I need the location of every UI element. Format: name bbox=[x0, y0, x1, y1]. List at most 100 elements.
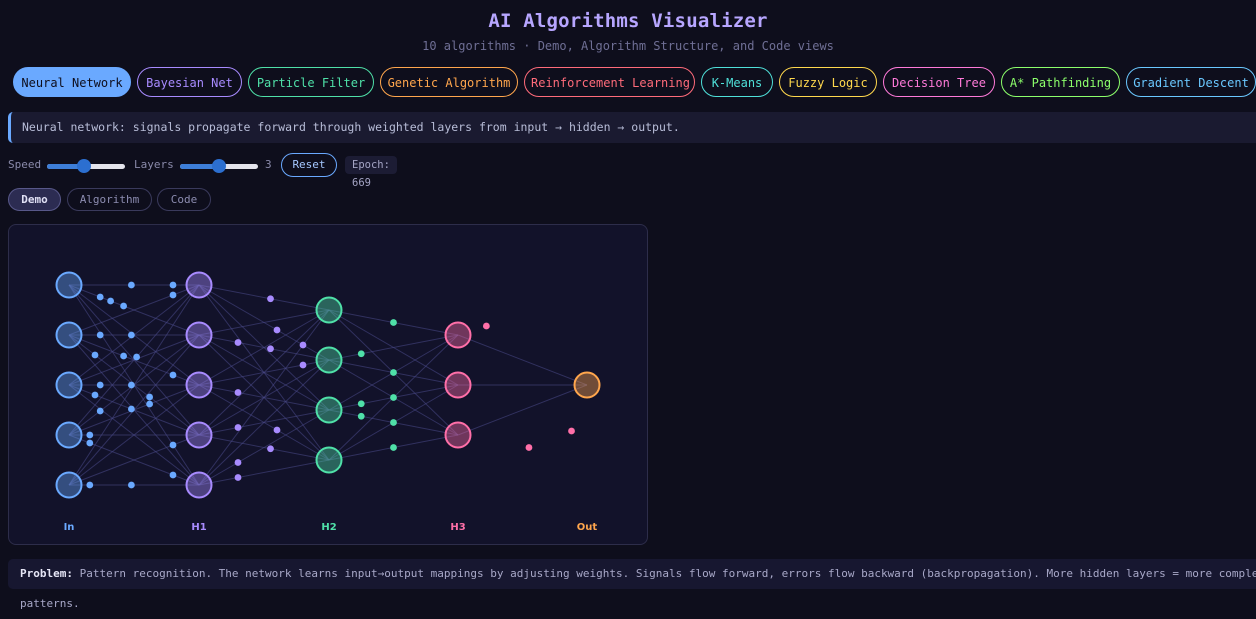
tab-gradient-descent[interactable]: Gradient Descent bbox=[1126, 67, 1256, 97]
signal-dot bbox=[96, 293, 104, 301]
signal-dot bbox=[96, 407, 104, 415]
node-h3-2 bbox=[444, 421, 472, 449]
layer-label-h2: H2 bbox=[321, 522, 336, 533]
signal-dot bbox=[96, 381, 104, 389]
reset-button[interactable]: Reset bbox=[281, 153, 337, 177]
layers-slider-thumb[interactable] bbox=[212, 159, 226, 173]
node-in-3 bbox=[55, 421, 83, 449]
info-text: Neural network: signals propagate forwar… bbox=[22, 120, 680, 134]
layers-value: 3 bbox=[265, 158, 272, 171]
signal-dot bbox=[390, 369, 397, 376]
node-h1-0 bbox=[185, 271, 213, 299]
tab-genetic-algorithm[interactable]: Genetic Algorithm bbox=[380, 67, 518, 97]
node-h3-1 bbox=[444, 371, 472, 399]
signal-dot bbox=[91, 391, 99, 399]
signal-dot bbox=[267, 345, 274, 353]
tab-particle-filter[interactable]: Particle Filter bbox=[248, 67, 374, 97]
signal-dot bbox=[120, 302, 127, 310]
epoch-counter: Epoch: 669 bbox=[345, 156, 397, 189]
signal-dot bbox=[357, 400, 365, 408]
signal-dot bbox=[390, 394, 397, 401]
connection-line bbox=[198, 309, 330, 336]
signal-dot bbox=[86, 481, 94, 489]
tab-algorithm[interactable]: Algorithm bbox=[67, 188, 152, 211]
signal-dot bbox=[273, 326, 281, 334]
tab-decision-tree[interactable]: Decision Tree bbox=[883, 67, 995, 97]
tab-reinforcement-learning[interactable]: Reinforcement Learning bbox=[524, 67, 695, 97]
signal-dot bbox=[91, 351, 99, 359]
signal-dot bbox=[128, 331, 135, 339]
connection-line bbox=[198, 284, 330, 311]
signal-dot bbox=[133, 353, 140, 361]
node-h1-1 bbox=[185, 321, 213, 349]
connection-line bbox=[198, 459, 330, 486]
problem-text: Pattern recognition. The network learns … bbox=[20, 567, 1256, 610]
node-h1-3 bbox=[185, 421, 213, 449]
tab-demo[interactable]: Demo bbox=[8, 188, 61, 211]
signal-dot bbox=[169, 371, 177, 379]
signal-dot bbox=[146, 393, 154, 401]
signal-dot bbox=[267, 445, 274, 453]
signal-dot bbox=[128, 281, 135, 289]
signal-dot bbox=[169, 441, 177, 449]
signal-dot bbox=[299, 341, 307, 349]
node-in-1 bbox=[55, 321, 83, 349]
signal-dot bbox=[128, 405, 135, 413]
layer-label-h3: H3 bbox=[450, 522, 465, 533]
signal-dot bbox=[86, 431, 94, 439]
info-banner: Neural network: signals propagate forwar… bbox=[8, 112, 1256, 143]
tab-a-star-pathfinding[interactable]: A* Pathfinding bbox=[1001, 67, 1120, 97]
signal-dot bbox=[299, 361, 307, 369]
signal-dot bbox=[357, 350, 365, 358]
tab-fuzzy-logic[interactable]: Fuzzy Logic bbox=[779, 67, 877, 97]
speed-slider[interactable] bbox=[47, 159, 125, 173]
layers-slider[interactable] bbox=[180, 159, 258, 173]
node-h2-2 bbox=[315, 396, 343, 424]
layer-label-h1: H1 bbox=[191, 522, 206, 533]
signal-dot bbox=[86, 439, 94, 447]
node-h3-0 bbox=[444, 321, 472, 349]
signal-dot bbox=[146, 400, 154, 408]
signal-dot bbox=[267, 295, 274, 303]
signal-dot bbox=[234, 339, 242, 346]
tab-k-means[interactable]: K-Means bbox=[701, 67, 773, 97]
connection-line bbox=[457, 334, 588, 386]
signal-dot bbox=[234, 459, 242, 466]
node-in-2 bbox=[55, 371, 83, 399]
signal-dot bbox=[128, 381, 135, 389]
speed-label: Speed bbox=[8, 158, 42, 171]
connection-line bbox=[198, 309, 330, 486]
signal-dot bbox=[234, 474, 242, 481]
speed-slider-thumb[interactable] bbox=[77, 159, 92, 173]
node-h1-4 bbox=[185, 471, 213, 499]
problem-description: Problem: Pattern recognition. The networ… bbox=[8, 559, 1256, 610]
tab-bayesian-net[interactable]: Bayesian Net bbox=[137, 67, 242, 97]
node-h2-1 bbox=[315, 346, 343, 374]
connection-line bbox=[328, 334, 459, 361]
node-h2-0 bbox=[315, 296, 343, 324]
tab-neural-network[interactable]: Neural Network bbox=[13, 67, 131, 97]
signal-dot bbox=[482, 322, 490, 330]
signal-dot bbox=[169, 291, 177, 299]
signal-dot bbox=[357, 412, 365, 420]
signal-dot bbox=[128, 481, 135, 489]
signal-dot bbox=[234, 389, 242, 396]
signal-dot bbox=[96, 331, 104, 339]
problem-label: Problem: bbox=[20, 567, 73, 580]
connection-line bbox=[457, 384, 588, 436]
layer-label-in: In bbox=[64, 522, 75, 533]
signal-dot bbox=[568, 427, 575, 435]
layers-label: Layers bbox=[134, 158, 174, 171]
signal-dot bbox=[234, 424, 242, 431]
signal-dot bbox=[169, 471, 177, 479]
signal-dot bbox=[169, 281, 177, 289]
node-in-4 bbox=[55, 471, 83, 499]
connection-line bbox=[198, 359, 330, 486]
signal-dot bbox=[390, 419, 397, 426]
node-h1-2 bbox=[185, 371, 213, 399]
page-subtitle: 10 algorithms · Demo, Algorithm Structur… bbox=[422, 39, 834, 53]
signal-dot bbox=[390, 319, 397, 326]
signal-dot bbox=[273, 426, 281, 434]
tab-code[interactable]: Code bbox=[157, 188, 211, 211]
node-h2-3 bbox=[315, 446, 343, 474]
